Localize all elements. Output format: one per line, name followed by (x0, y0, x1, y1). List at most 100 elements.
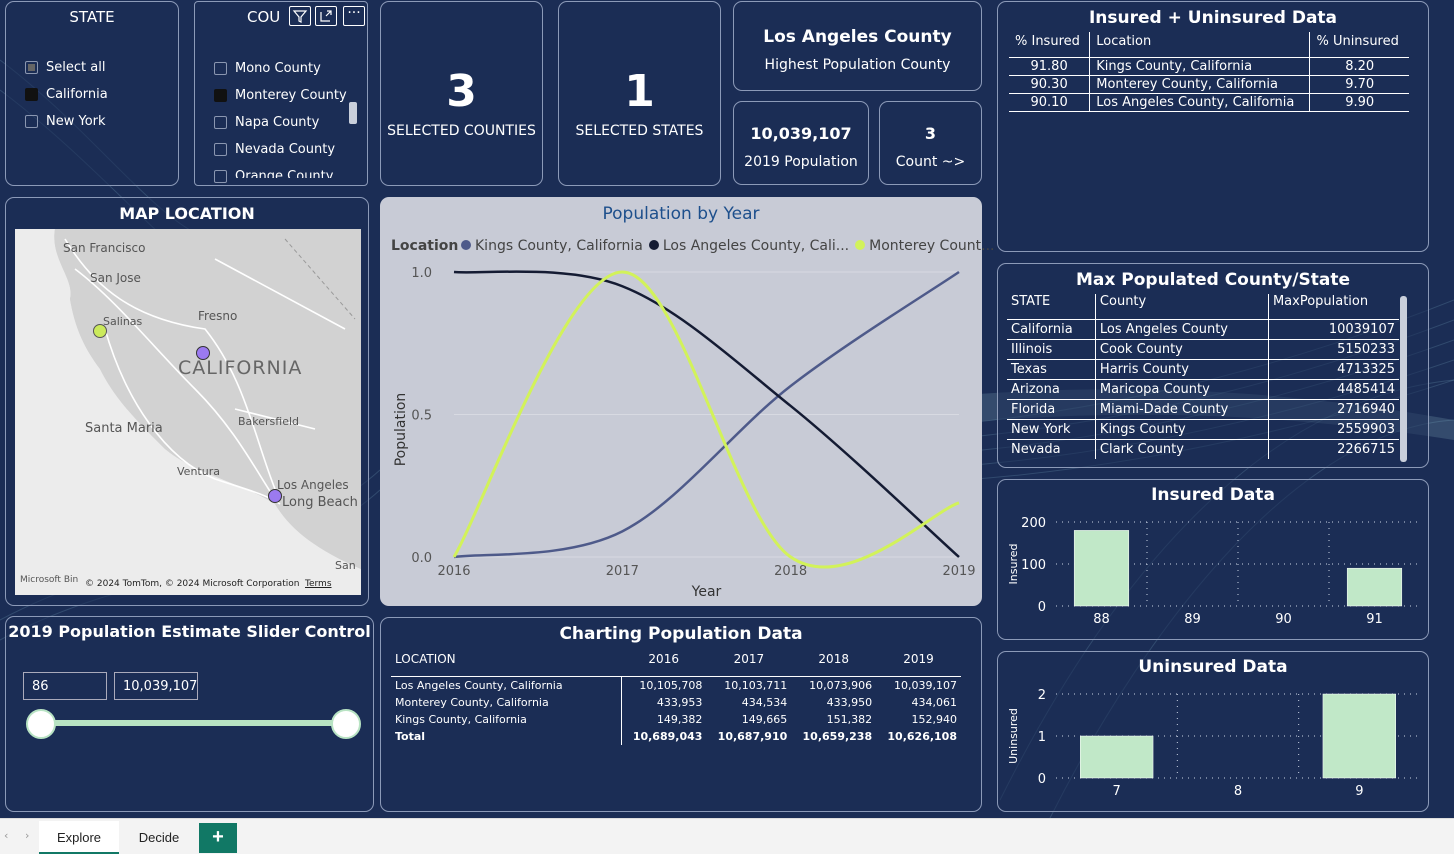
x-tick-label: 91 (1366, 612, 1383, 627)
insured-header-0[interactable]: % Insured (1009, 32, 1090, 58)
population-table: LOCATION 2016 2017 2018 2019 Los Angeles Cou… (391, 652, 961, 745)
x-tick-label: 89 (1184, 612, 1201, 627)
pop-header-3[interactable]: 2018 (791, 652, 876, 677)
max-table-scrollbar[interactable] (1400, 296, 1407, 462)
pop-header-2[interactable]: 2017 (706, 652, 791, 677)
y-tick-label: 1.0 (411, 266, 432, 281)
table-cell: Los Angeles County, California (1089, 93, 1311, 112)
x-tick-label: 88 (1093, 612, 1110, 627)
map-label: Los Angeles (277, 478, 349, 492)
table-cell: Los Angeles County, California (395, 679, 563, 692)
county-item-label[interactable]: Orange County (235, 169, 333, 178)
highest-county-label: Highest Population County (764, 57, 951, 73)
selected-states-value: 1 (624, 66, 655, 117)
tab-explore[interactable]: Explore (39, 821, 119, 854)
county-item-label[interactable]: Napa County (235, 115, 319, 130)
table-cell: 4713325 (1267, 359, 1399, 380)
population-table-title: Charting Population Data (559, 624, 803, 644)
table-cell: 90.10 (1030, 95, 1068, 110)
map-point-los-angeles[interactable] (268, 489, 282, 503)
focus-mode-icon[interactable] (315, 6, 337, 26)
map-label: CALIFORNIA (178, 357, 303, 379)
y-axis-label: Uninsured (1007, 708, 1020, 764)
table-cell: 10,659,238 (802, 730, 873, 743)
map-terms-link[interactable]: Terms (305, 579, 332, 589)
checkbox-county[interactable] (214, 116, 227, 129)
scroll-left-icon[interactable]: ‹ (4, 829, 8, 842)
map-label: Fresno (198, 309, 238, 323)
map-label: San Jose (90, 271, 141, 285)
slider-card: 2019 Population Estimate Slider Control (5, 616, 374, 812)
series-line-2[interactable] (452, 270, 960, 569)
checkbox-california[interactable] (25, 88, 38, 101)
slider-track[interactable] (41, 720, 347, 726)
county-item-label[interactable]: Monterey County (235, 88, 347, 103)
checkbox-county[interactable] (214, 170, 227, 183)
bar[interactable] (1322, 693, 1396, 779)
bar[interactable] (1346, 567, 1403, 607)
table-cell: 10039107 (1267, 319, 1399, 340)
insured-uninsured-title: Insured + Uninsured Data (1088, 8, 1338, 28)
total-row: Total 10,689,043 10,687,910 10,659,238 10,62… (391, 728, 961, 745)
map-view[interactable]: San Francisco San Jose Fresno Salinas CALIFO… (15, 229, 361, 595)
slider-max-handle[interactable] (331, 709, 361, 739)
table-cell: Miami-Dade County (1094, 399, 1269, 420)
max-header-1[interactable]: County (1094, 294, 1269, 320)
filter-icon[interactable] (289, 6, 311, 26)
county-scrollbar[interactable] (349, 102, 357, 124)
state-item-label[interactable]: Select all (46, 60, 105, 75)
slider-min-handle[interactable] (26, 709, 56, 739)
table-cell: Arizona (1011, 382, 1060, 397)
table-cell: Kings County, California (395, 713, 527, 726)
max-header-2[interactable]: MaxPopulation (1267, 294, 1399, 320)
scroll-right-icon[interactable]: › (25, 829, 29, 842)
population-2019-label: 2019 Population (744, 154, 858, 170)
max-populated-scroll: STATE County MaxPopulation California Los A… (1007, 294, 1399, 459)
slider-min-input[interactable] (23, 672, 107, 700)
map-label: San Francisco (63, 241, 146, 255)
checkbox-county[interactable] (214, 143, 227, 156)
map-point-monterey[interactable] (93, 324, 107, 338)
state-item-label[interactable]: New York (46, 114, 106, 129)
table-cell: 9.90 (1345, 95, 1375, 110)
state-slicer-title: STATE (69, 8, 115, 26)
tab-decide[interactable]: Decide (121, 821, 197, 854)
map-card: MAP LOCATION San Francisco San Jose Fresno… (5, 197, 369, 606)
table-cell: 8.20 (1345, 59, 1375, 74)
bar[interactable] (1073, 530, 1130, 607)
x-tick-label: 9 (1355, 784, 1363, 799)
pop-header-4[interactable]: 2019 (876, 652, 961, 677)
table-cell: Cook County (1094, 339, 1269, 360)
state-item-label[interactable]: California (46, 87, 108, 102)
county-slicer: COU ··· Mono County Monterey County Napa C… (194, 1, 368, 186)
slider-max-input[interactable] (114, 672, 198, 700)
checkbox-new-york[interactable] (25, 115, 38, 128)
table-cell: 2266715 (1267, 439, 1399, 459)
county-item-label[interactable]: Mono County (235, 61, 321, 76)
pop-header-0[interactable]: LOCATION (391, 652, 621, 677)
selected-counties-label: SELECTED COUNTIES (387, 123, 536, 139)
map-point-kings[interactable] (196, 346, 210, 360)
checkbox-county[interactable] (214, 89, 227, 102)
table-row: Texas Harris County 4713325 (1007, 359, 1399, 380)
insured-header-1[interactable]: Location (1089, 32, 1311, 58)
max-header-0[interactable]: STATE (1007, 294, 1095, 320)
table-cell: Texas (1011, 362, 1047, 377)
highest-county-card: Los Angeles County Highest Population Co… (733, 1, 982, 91)
add-page-button[interactable]: + (199, 823, 237, 853)
table-cell: 149,382 (620, 711, 707, 728)
pop-header-1[interactable]: 2016 (621, 652, 706, 677)
population-2019-value: 10,039,107 (750, 124, 852, 143)
y-tick-label: 0 (1038, 772, 1046, 787)
count-card[interactable]: 3 Count ~> (879, 101, 982, 185)
county-item-label[interactable]: Nevada County (235, 142, 335, 157)
checkbox-county[interactable] (214, 62, 227, 75)
x-tick-label: 2018 (774, 564, 807, 579)
checkbox-select-all[interactable] (25, 61, 38, 74)
insured-header-2[interactable]: % Uninsured (1310, 32, 1409, 58)
max-populated-card: Max Populated County/State STATE County Ma… (997, 263, 1429, 468)
bar[interactable] (1080, 735, 1154, 779)
max-populated-table: STATE County MaxPopulation California Los A… (1007, 294, 1399, 459)
more-options-icon[interactable]: ··· (343, 6, 365, 26)
x-tick-label: 2019 (942, 564, 975, 579)
